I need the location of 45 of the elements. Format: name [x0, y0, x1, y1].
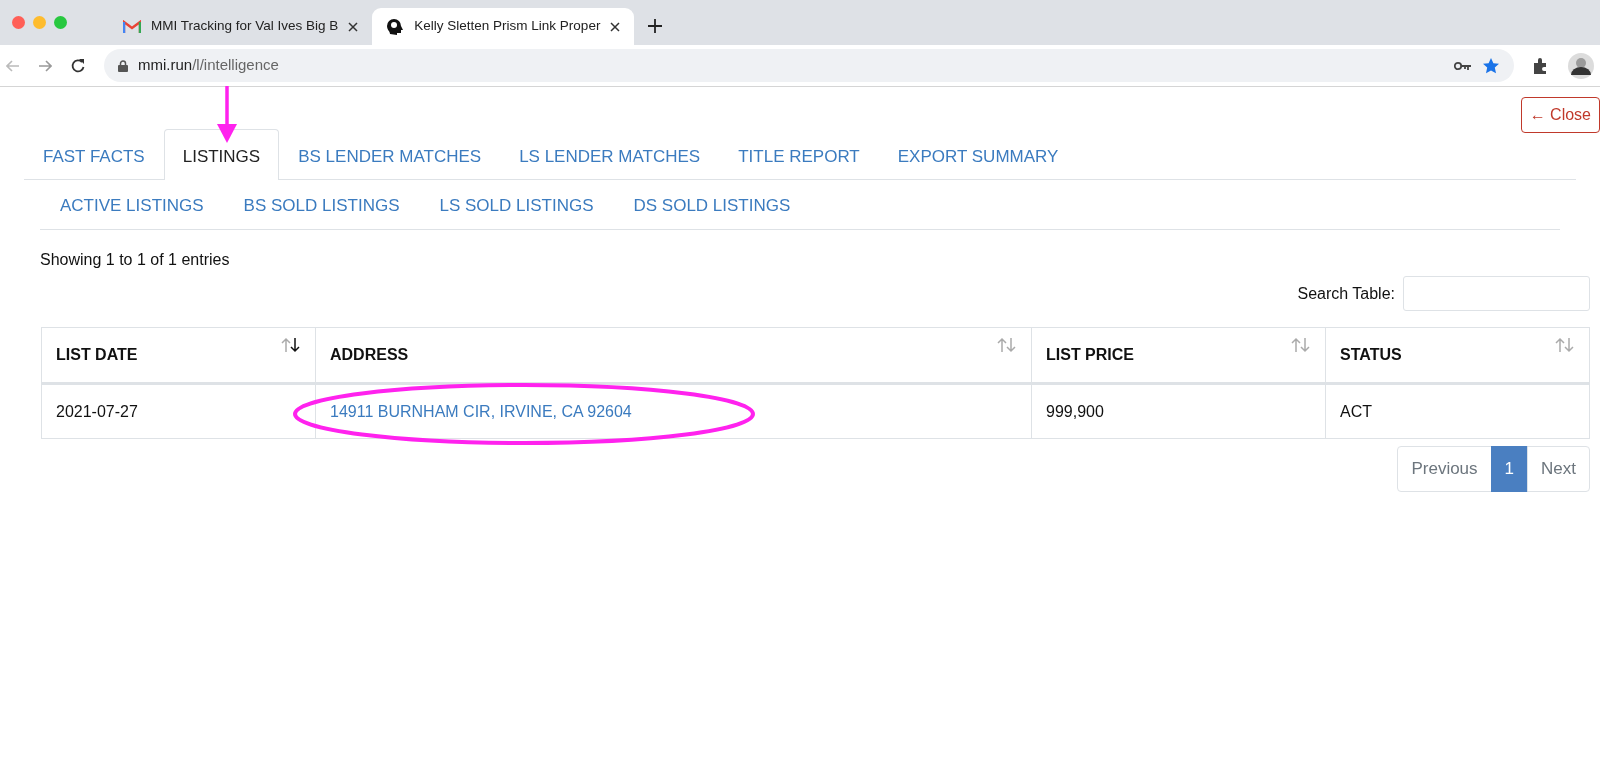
- nav-tab[interactable]: BS LENDER MATCHES: [279, 129, 501, 180]
- mail-icon: [123, 19, 141, 34]
- close-button[interactable]: ← Close: [1520, 97, 1600, 133]
- new-tab-icon[interactable]: [648, 19, 663, 33]
- sub-tab[interactable]: ACTIVE LISTINGS: [40, 179, 224, 229]
- pagination-button[interactable]: 1: [1490, 446, 1529, 492]
- key-icon[interactable]: [1454, 60, 1472, 71]
- avatar-icon[interactable]: [1568, 52, 1594, 79]
- tab-title: Kelly Sletten Prism Link Proper: [414, 17, 601, 36]
- close-window-icon[interactable]: [12, 16, 25, 29]
- pagination-button[interactable]: Next: [1527, 446, 1590, 492]
- nav-tab[interactable]: FAST FACTS: [24, 129, 164, 180]
- address-link[interactable]: 14911 BURNHAM CIR, IRVINE, CA 92604: [330, 402, 632, 420]
- pagination-button[interactable]: Previous: [1397, 446, 1492, 492]
- close-icon[interactable]: [348, 21, 359, 32]
- close-icon[interactable]: [610, 21, 621, 32]
- lock-icon: [118, 59, 128, 72]
- column-header[interactable]: ADDRESS: [330, 343, 409, 367]
- head-icon: [386, 17, 405, 36]
- tab-title: MMI Tracking for Val Ives Big B: [151, 17, 339, 36]
- column-header[interactable]: STATUS: [1340, 343, 1402, 367]
- table-cell: 2021-07-27: [56, 402, 138, 420]
- sort-icon[interactable]: [281, 337, 301, 353]
- nav-tab[interactable]: LISTINGS: [163, 129, 280, 180]
- search-field[interactable]: [1403, 276, 1590, 311]
- annotation-arrow: [216, 86, 238, 144]
- search-label: Search Table:: [1297, 283, 1395, 304]
- reload-icon[interactable]: [70, 57, 86, 74]
- sub-tab[interactable]: BS SOLD LISTINGS: [223, 179, 420, 229]
- address-bar[interactable]: mmi.run/l/intelligence: [104, 49, 1514, 82]
- nav-tab[interactable]: LS LENDER MATCHES: [500, 129, 720, 180]
- browser-tab[interactable]: Kelly Sletten Prism Link Proper: [372, 8, 635, 45]
- column-header[interactable]: LIST PRICE: [1046, 343, 1134, 367]
- browser-tab[interactable]: MMI Tracking for Val Ives Big B: [109, 8, 373, 45]
- sub-tab[interactable]: LS SOLD LISTINGS: [419, 179, 614, 229]
- column-header[interactable]: LIST DATE: [56, 343, 138, 367]
- url-text: mmi.run/l/intelligence: [138, 55, 280, 76]
- table-cell: 999,900: [1046, 402, 1104, 420]
- table-cell: ACT: [1340, 402, 1372, 420]
- nav-tab[interactable]: EXPORT SUMMARY: [878, 129, 1078, 180]
- forward-icon[interactable]: [38, 59, 52, 72]
- sub-tab[interactable]: DS SOLD LISTINGS: [613, 179, 811, 229]
- entries-info: Showing 1 to 1 of 1 entries: [40, 250, 231, 270]
- star-icon[interactable]: [1482, 56, 1500, 75]
- nav-tab[interactable]: TITLE REPORT: [719, 129, 879, 180]
